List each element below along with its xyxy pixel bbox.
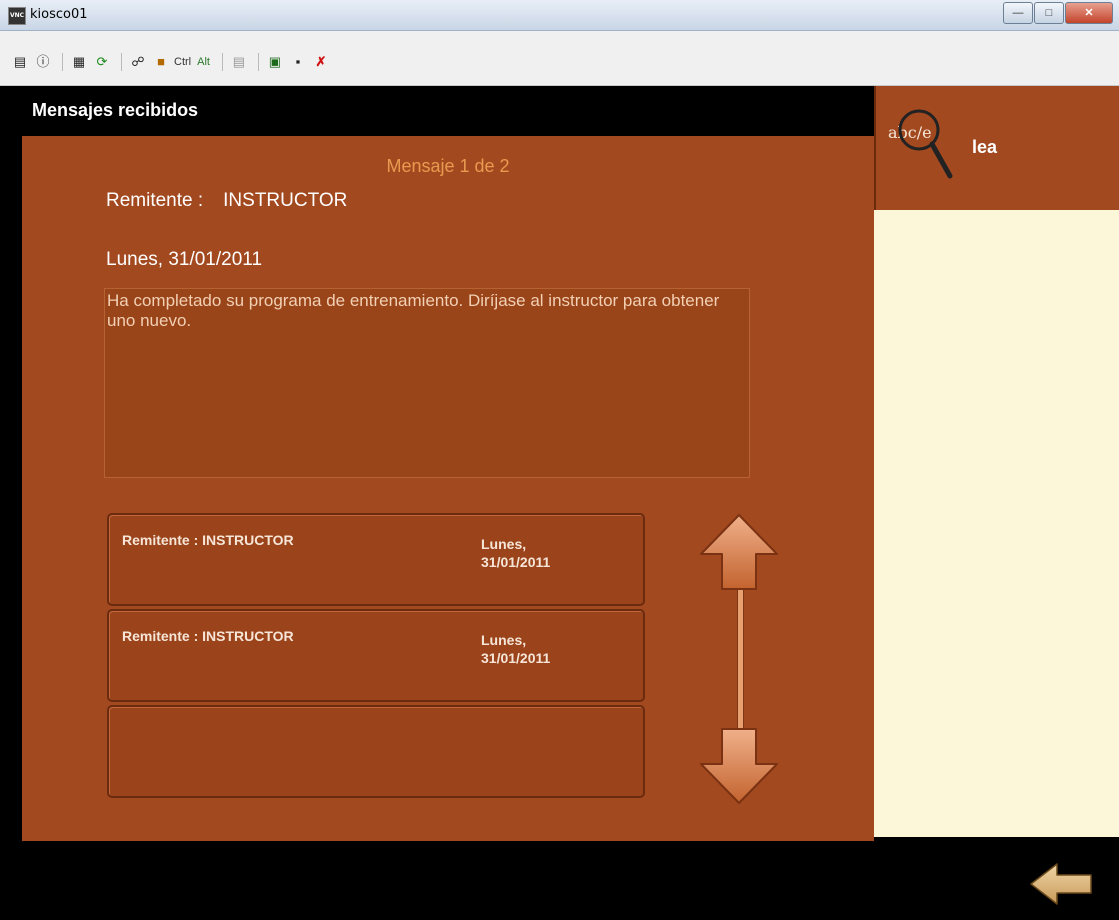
start-menu-icon[interactable]: ■ bbox=[151, 52, 171, 72]
reader-area bbox=[874, 210, 1119, 837]
message-counter: Mensaje 1 de 2 bbox=[386, 156, 510, 176]
ctrl-alt-del-icon[interactable]: ☍ bbox=[128, 52, 148, 72]
toolbar-separator bbox=[221, 53, 223, 71]
message-list: Remitente : INSTRUCTOR Lunes, 31/01/2011… bbox=[107, 513, 645, 801]
list-item-date-value: 31/01/2011 bbox=[481, 554, 551, 570]
reading-tool[interactable]: abc/e lea bbox=[874, 86, 1119, 210]
message-body: Ha completado su programa de entrenamien… bbox=[104, 288, 750, 478]
sender-label: Remitente : bbox=[106, 190, 204, 211]
list-item-date: Lunes, 31/01/2011 bbox=[481, 535, 601, 571]
disconnect-icon[interactable]: ✗ bbox=[311, 52, 331, 72]
reader-label: lea bbox=[972, 137, 998, 157]
list-item-sender: Remitente : INSTRUCTOR bbox=[122, 628, 294, 644]
magnifier-icon: abc/e bbox=[886, 100, 966, 195]
refresh-icon[interactable]: ⟳ bbox=[92, 52, 112, 72]
scroll-down-icon[interactable] bbox=[698, 726, 780, 811]
window-title: kiosco01 bbox=[30, 7, 88, 22]
ctrl-key-button[interactable]: Ctrl bbox=[174, 56, 191, 68]
list-item-date-day: Lunes, bbox=[481, 536, 527, 552]
kiosk-screen: Mensajes recibidos Mensaje 1 de 2 Remite… bbox=[22, 86, 1119, 920]
list-item-date-value: 31/01/2011 bbox=[481, 650, 551, 666]
new-connection-icon[interactable]: ▣ bbox=[265, 52, 285, 72]
alt-key-button[interactable]: Alt bbox=[197, 56, 210, 68]
clipboard-icon[interactable]: ▤ bbox=[229, 52, 249, 72]
vnc-toolbar: ▤ ⓘ ▦ ⟳ ☍ ■ Ctrl Alt ▤ ▣ ▪ ✗ bbox=[0, 31, 1119, 86]
fullscreen-icon[interactable]: ▦ bbox=[69, 52, 89, 72]
logo-text: abc/e bbox=[888, 123, 932, 142]
message-panel: Mensaje 1 de 2 Remitente : INSTRUCTOR Lun… bbox=[22, 136, 874, 841]
maximize-button[interactable]: □ bbox=[1034, 2, 1064, 24]
list-item[interactable]: Remitente : INSTRUCTOR Lunes, 31/01/2011 bbox=[107, 513, 645, 606]
info-icon[interactable]: ⓘ bbox=[33, 52, 53, 72]
list-item-date-day: Lunes, bbox=[481, 632, 527, 648]
sender-value: INSTRUCTOR bbox=[223, 190, 348, 211]
toolbar-separator bbox=[121, 53, 122, 71]
list-item-sender: Remitente : INSTRUCTOR bbox=[122, 532, 294, 548]
sender-row: Remitente : INSTRUCTOR bbox=[106, 190, 347, 212]
side-panel: abc/e lea bbox=[874, 86, 1119, 920]
message-date: Lunes, 31/01/2011 bbox=[106, 249, 263, 270]
minimize-button[interactable]: — bbox=[1003, 2, 1033, 24]
scroll-up-icon[interactable] bbox=[698, 512, 780, 597]
window-controls: — □ ✕ bbox=[1002, 2, 1113, 24]
vnc-app-icon: VNC bbox=[8, 7, 26, 25]
page-title: Mensajes recibidos bbox=[32, 100, 199, 120]
window-titlebar: VNC kiosco01 — □ ✕ bbox=[0, 0, 1119, 31]
back-arrow-icon[interactable] bbox=[1027, 860, 1097, 913]
list-item-empty[interactable] bbox=[107, 705, 645, 798]
list-item[interactable]: Remitente : INSTRUCTOR Lunes, 31/01/2011 bbox=[107, 609, 645, 702]
header-bar: Mensajes recibidos bbox=[22, 86, 874, 136]
toolbar-buttons: ▤ ⓘ ▦ ⟳ ☍ ■ Ctrl Alt ▤ ▣ ▪ ✗ bbox=[10, 51, 334, 73]
bottom-bar bbox=[22, 841, 1119, 920]
save-icon[interactable]: ▪ bbox=[288, 52, 308, 72]
close-button[interactable]: ✕ bbox=[1065, 2, 1113, 24]
toolbar-separator bbox=[62, 53, 63, 71]
list-item-date: Lunes, 31/01/2011 bbox=[481, 631, 601, 667]
options-icon[interactable]: ▤ bbox=[10, 52, 30, 72]
toolbar-separator bbox=[257, 53, 259, 71]
